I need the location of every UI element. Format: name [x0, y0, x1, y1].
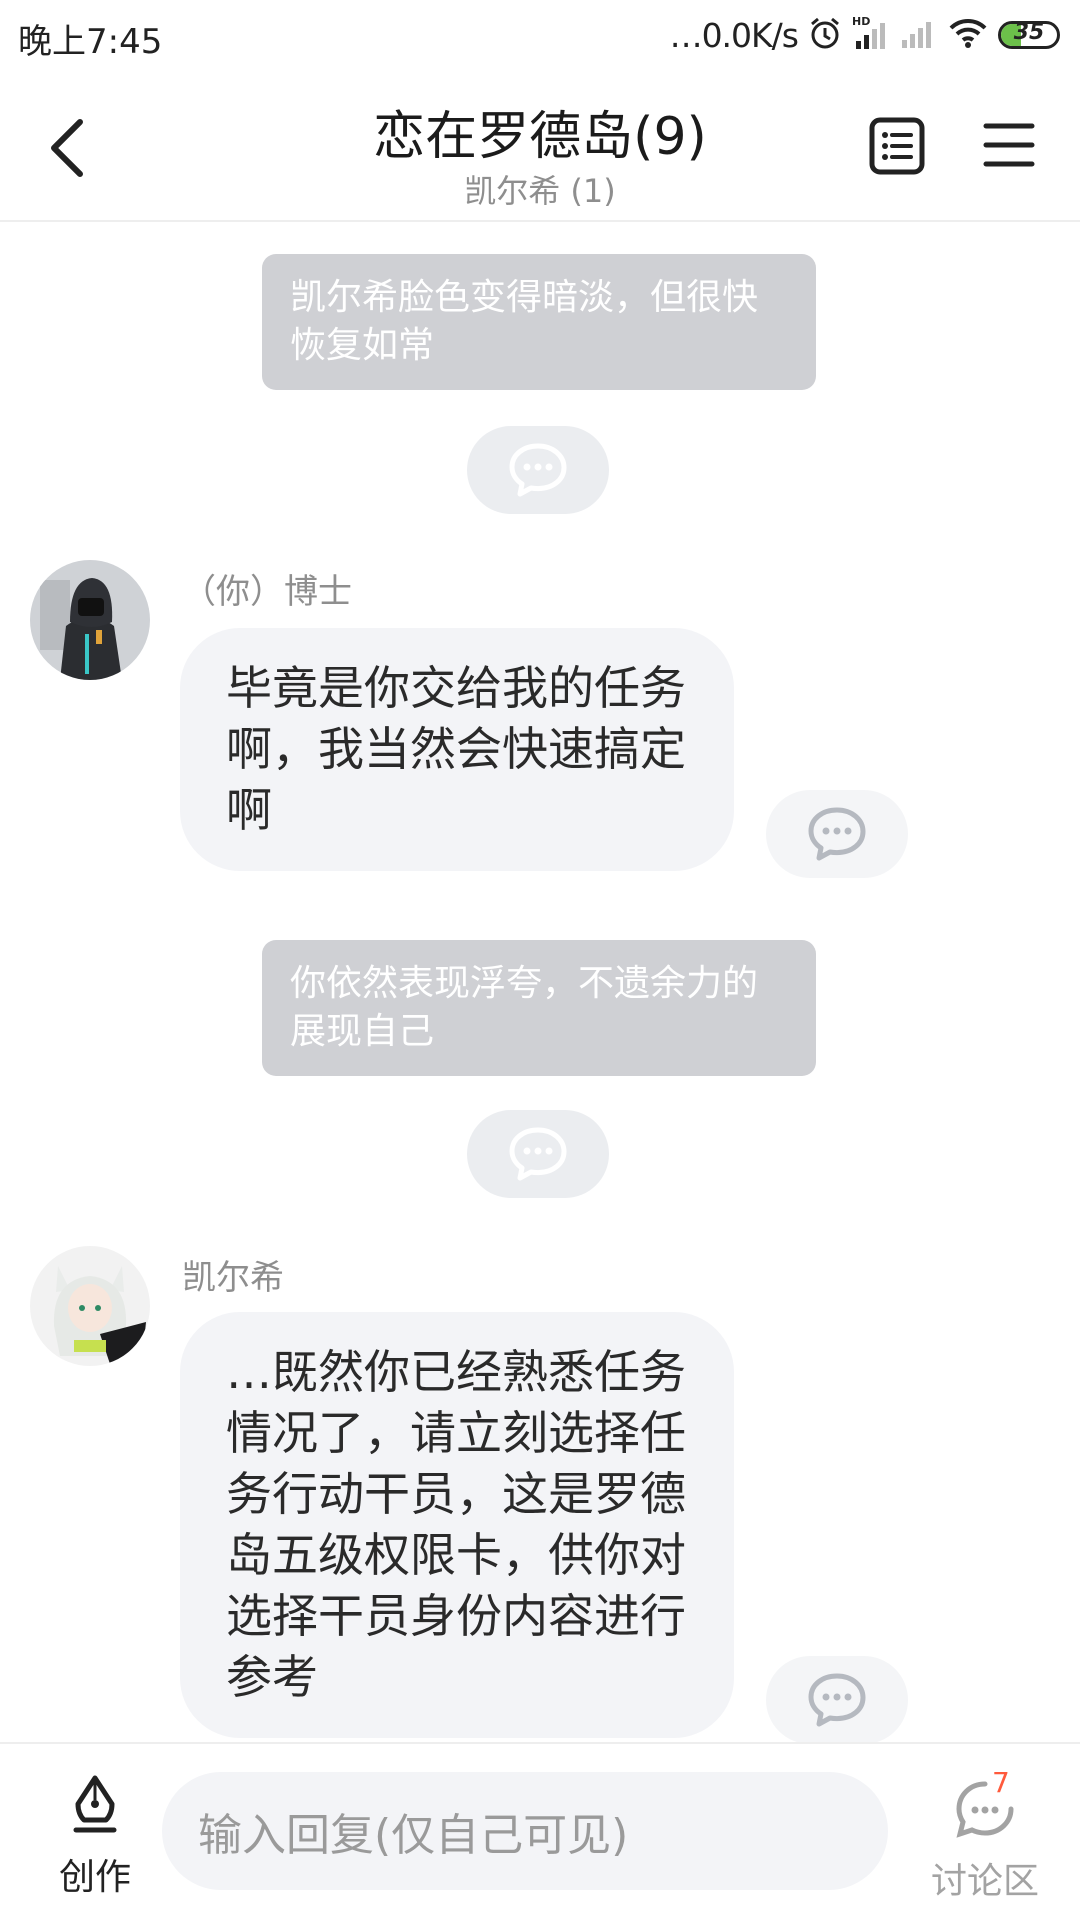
status-icons: …0.0K/s HD 35 [670, 12, 1060, 58]
network-speed: …0.0K/s [669, 15, 799, 55]
comment-bubble-icon [808, 807, 866, 861]
discussion-label: 讨论区 [930, 1861, 1039, 1902]
chat-header: 恋在罗德岛(9) 凯尔希 (1) [0, 72, 1080, 222]
avatar-kaltsit[interactable] [30, 1246, 150, 1366]
chat-bubble: 毕竟是你交给我的任务啊，我当然会快速搞定啊 [180, 628, 734, 871]
reply-input[interactable]: 输入回复(仅自己可见) [162, 1772, 888, 1890]
avatar-doctor[interactable] [30, 560, 150, 680]
comment-bubble-icon [509, 1127, 567, 1181]
pen-nib-icon [73, 1775, 117, 1833]
comment-bubble-icon [808, 1673, 866, 1727]
hd-signal-icon: HD [852, 15, 890, 55]
menu-button[interactable] [982, 120, 1036, 170]
notes-button[interactable] [868, 116, 926, 176]
reply-placeholder: 输入回复(仅自己可见) [198, 1810, 629, 1861]
battery-level: 35 [1013, 21, 1045, 45]
create-button[interactable]: 创作 [40, 1774, 150, 1914]
status-time: 晚上7:45 [18, 22, 163, 62]
sender-name: 凯尔希 [182, 1258, 284, 1298]
comment-button[interactable] [766, 790, 908, 878]
wifi-icon [948, 16, 988, 54]
discussion-badge: 7 [992, 1766, 1010, 1799]
narration-message: 你依然表现浮夸，不遗余力的展现自己 [262, 940, 816, 1076]
comment-button[interactable] [467, 1110, 609, 1198]
discussion-button[interactable]: 7 讨论区 [920, 1766, 1050, 1918]
svg-text:HD: HD [852, 15, 870, 28]
status-bar: 晚上7:45 …0.0K/s HD 35 [0, 0, 1080, 72]
create-label: 创作 [58, 1857, 131, 1898]
alarm-icon [808, 16, 842, 54]
menu-icon [983, 123, 1035, 167]
battery-icon: 35 [998, 21, 1060, 49]
sender-name: （你）博士 [182, 572, 352, 612]
narration-message: 凯尔希脸色变得暗淡，但很快恢复如常 [262, 254, 816, 390]
bottom-bar: 创作 输入回复(仅自己可见) 7 讨论区 [0, 1742, 1080, 1920]
signal-icon [900, 16, 938, 54]
chat-bubble: …既然你已经熟悉任务情况了，请立刻选择任务行动干员，这是罗德岛五级权限卡，供你对… [180, 1312, 734, 1738]
comment-button[interactable] [766, 1656, 908, 1744]
notes-list-icon [869, 117, 925, 175]
comment-button[interactable] [467, 426, 609, 514]
comment-bubble-icon [509, 443, 567, 497]
